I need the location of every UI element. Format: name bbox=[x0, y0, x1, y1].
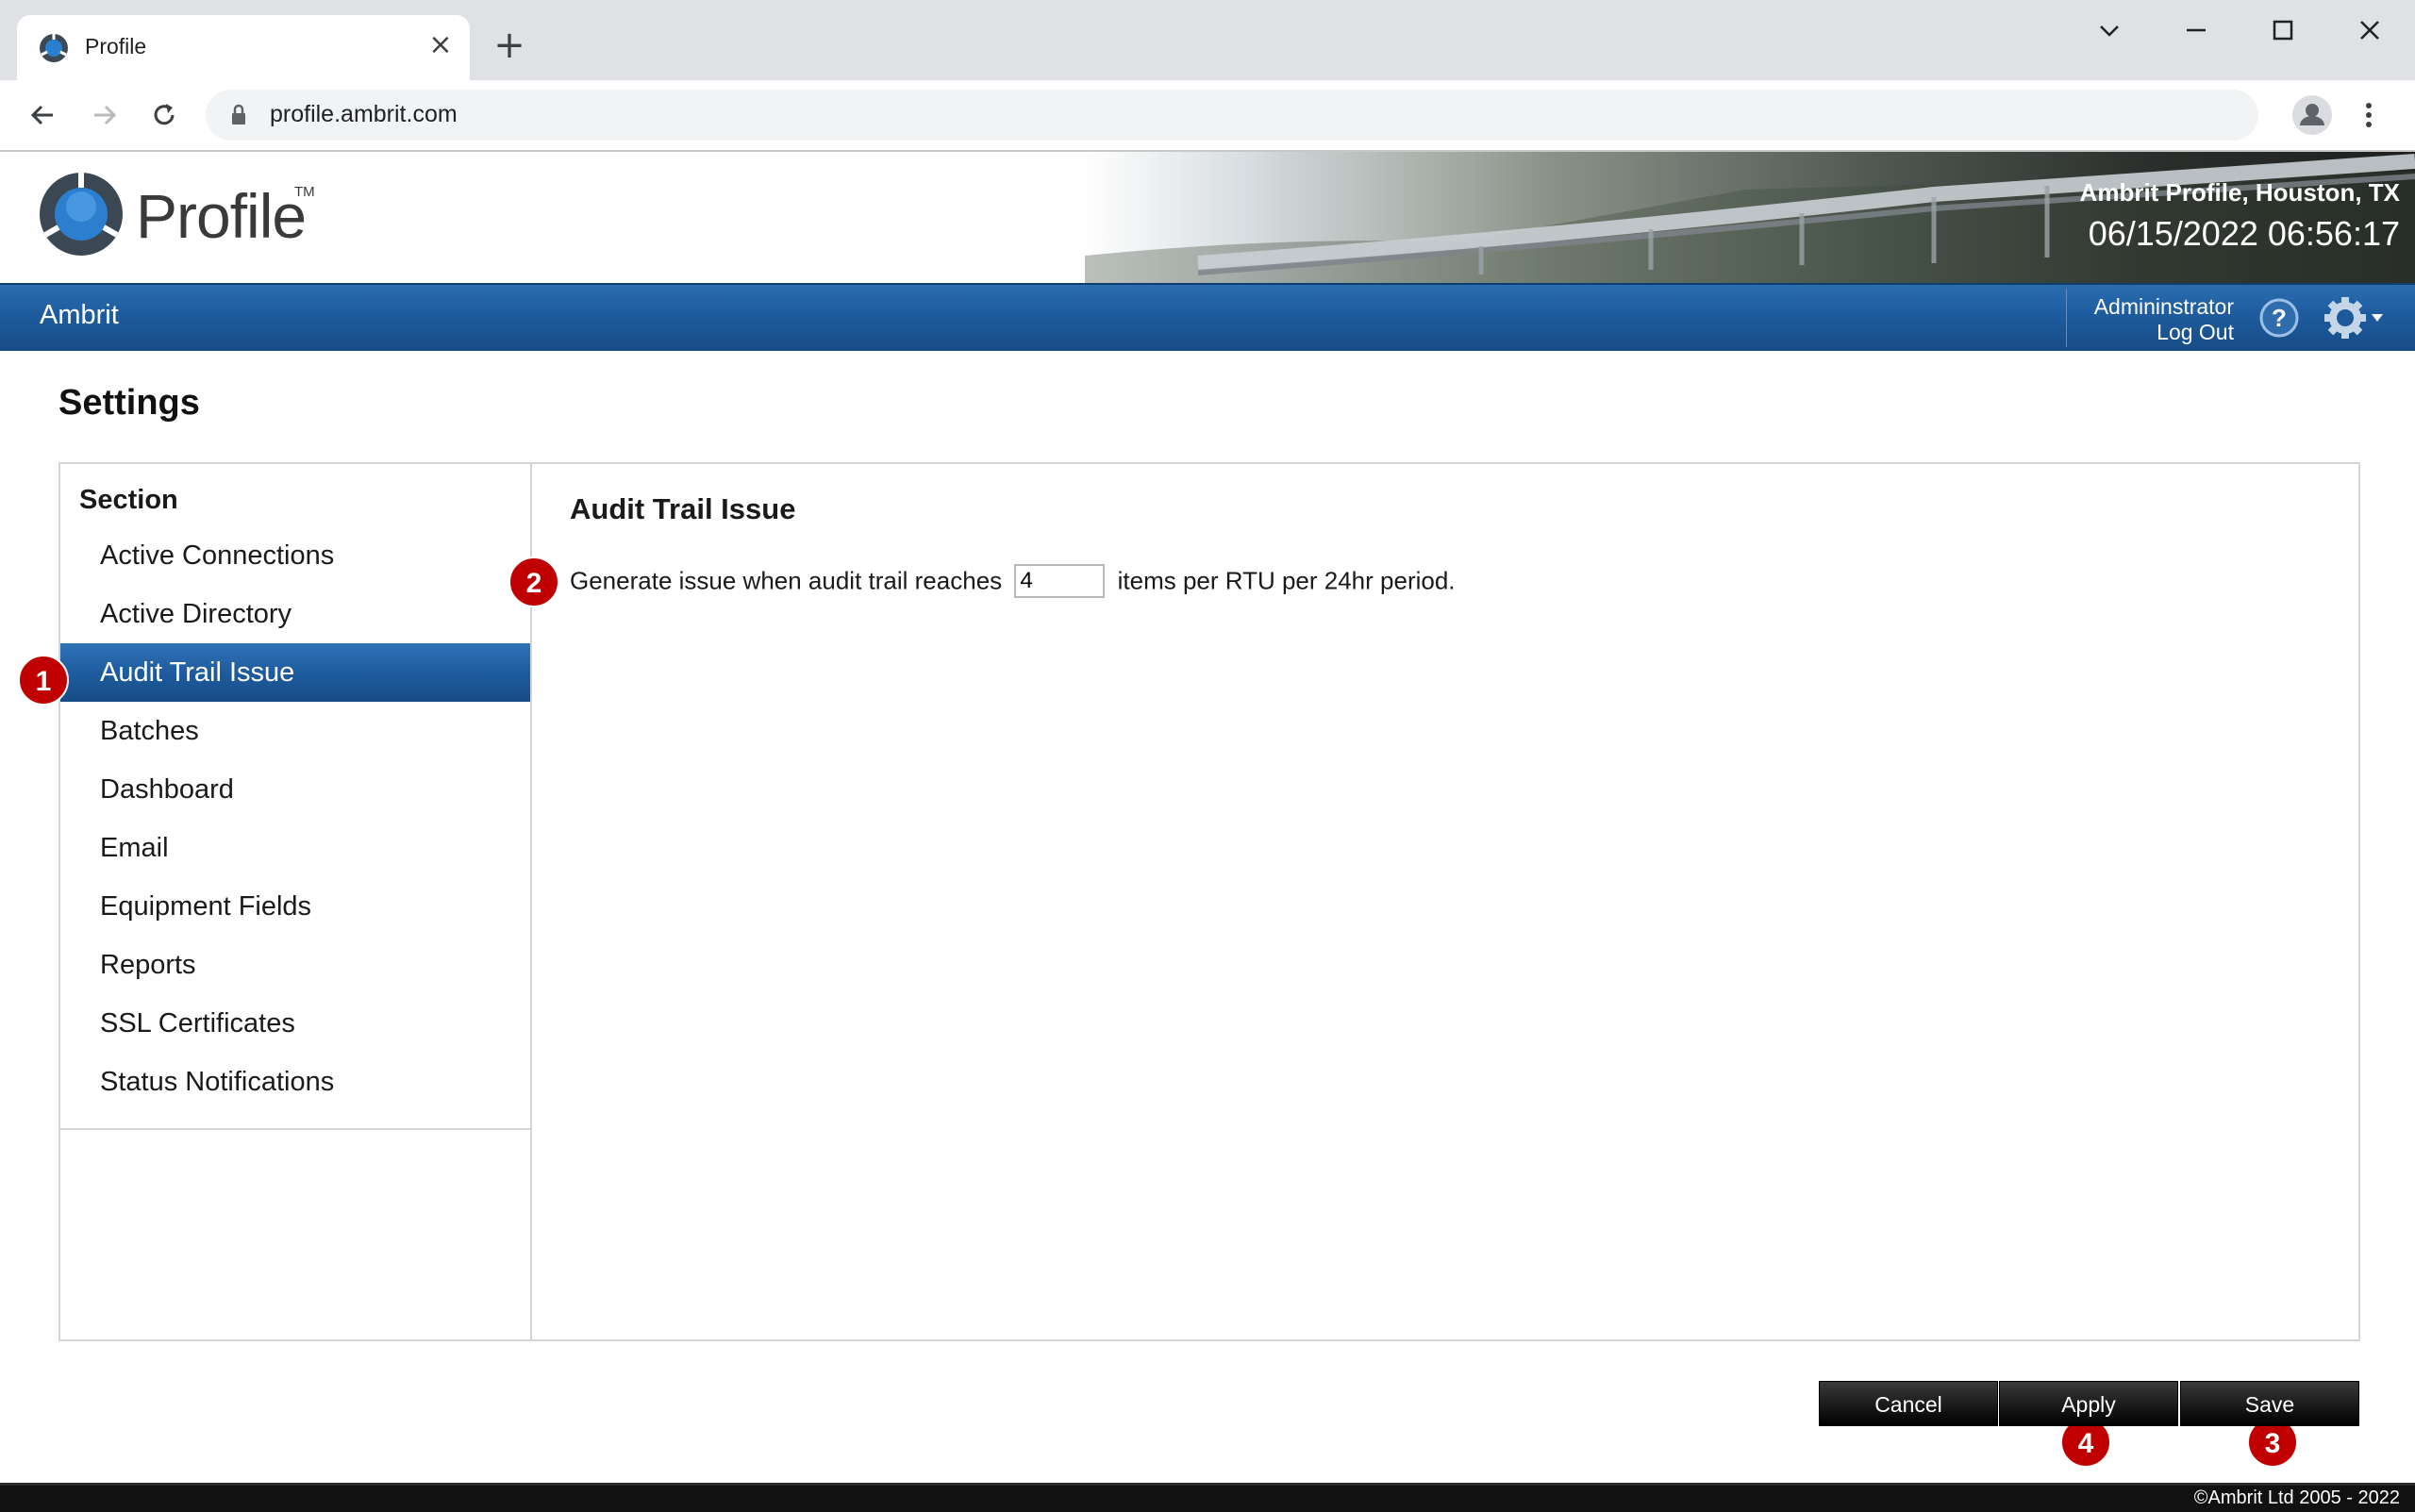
section-heading: Section bbox=[79, 485, 178, 515]
threshold-input[interactable] bbox=[1014, 564, 1106, 598]
svg-text:?: ? bbox=[2272, 304, 2287, 332]
pipeline-banner: Ambrit Profile, Houston, TX 06/15/2022 0… bbox=[1085, 152, 2415, 283]
settings-panel: Section Active Connections Active Direct… bbox=[58, 462, 2360, 1341]
sidebar-item-reports[interactable]: Reports bbox=[60, 936, 530, 994]
threshold-prefix: Generate issue when audit trail reaches bbox=[570, 566, 1003, 595]
plus-icon[interactable]: + bbox=[491, 26, 528, 64]
sidebar-item-ssl-certificates[interactable]: SSL Certificates bbox=[60, 994, 530, 1053]
logo-trademark: TM bbox=[294, 184, 315, 200]
logo-text: Profile bbox=[136, 181, 307, 251]
nav-divider bbox=[2066, 289, 2067, 347]
minimize-icon[interactable] bbox=[2168, 13, 2224, 51]
sidebar-item-email[interactable]: Email bbox=[60, 819, 530, 877]
reload-icon[interactable] bbox=[143, 94, 185, 136]
threshold-suffix: items per RTU per 24hr period. bbox=[1117, 566, 1456, 595]
app-nav-bar: Ambrit Admininstrator Log Out ? bbox=[0, 283, 2415, 351]
url-text: profile.ambrit.com bbox=[270, 101, 458, 127]
profile-logo[interactable]: Profile TM bbox=[38, 171, 321, 265]
gear-icon[interactable] bbox=[2324, 296, 2390, 340]
footer-bar: ©Ambrit Ltd 2005 - 2022 bbox=[0, 1483, 2415, 1512]
annotation-badge-1: 1 bbox=[18, 655, 69, 706]
browser-tab-bar: Profile × + bbox=[0, 0, 2415, 80]
site-name: Ambrit Profile, Houston, TX bbox=[2079, 178, 2400, 207]
annotation-badge-2: 2 bbox=[508, 557, 559, 607]
account-icon[interactable] bbox=[2290, 93, 2334, 137]
browser-tab[interactable]: Profile × bbox=[17, 15, 470, 80]
section-sidebar: Section Active Connections Active Direct… bbox=[60, 464, 532, 1339]
close-icon[interactable]: × bbox=[425, 29, 457, 61]
profile-logo-icon bbox=[40, 173, 123, 256]
apply-button[interactable]: Apply bbox=[1999, 1381, 2178, 1426]
content-title: Audit Trail Issue bbox=[570, 492, 796, 525]
user-name: Admininstrator bbox=[2093, 294, 2234, 319]
company-name: Ambrit bbox=[40, 300, 119, 330]
sidebar-item-batches[interactable]: Batches bbox=[60, 702, 530, 760]
profile-favicon-icon bbox=[40, 34, 68, 62]
forward-arrow-icon[interactable] bbox=[83, 94, 125, 136]
audit-threshold-row: Generate issue when audit trail reaches … bbox=[570, 564, 1456, 598]
browser-toolbar: profile.ambrit.com bbox=[0, 80, 2415, 152]
clock: 06/15/2022 06:56:17 bbox=[2088, 214, 2400, 253]
sidebar-item-status-notifications[interactable]: Status Notifications bbox=[60, 1053, 530, 1111]
tab-title: Profile bbox=[85, 34, 147, 58]
page-title: Settings bbox=[58, 383, 200, 423]
settings-content: Audit Trail Issue Generate issue when au… bbox=[532, 464, 2358, 1339]
lock-icon bbox=[232, 104, 245, 125]
app-header: Profile TM Ambrit Profile, Houston, TX 0… bbox=[0, 152, 2415, 283]
sidebar-item-dashboard[interactable]: Dashboard bbox=[60, 760, 530, 819]
window-close-icon[interactable] bbox=[2341, 13, 2398, 51]
kebab-menu-icon[interactable] bbox=[2355, 93, 2383, 137]
logout-link[interactable]: Log Out bbox=[2157, 320, 2234, 345]
sidebar-item-active-connections[interactable]: Active Connections bbox=[60, 526, 530, 585]
cancel-button[interactable]: Cancel bbox=[1819, 1381, 1998, 1426]
back-arrow-icon[interactable] bbox=[23, 94, 64, 136]
help-icon[interactable]: ? bbox=[2258, 297, 2300, 339]
copyright-text: ©Ambrit Ltd 2005 - 2022 bbox=[2193, 1487, 2400, 1508]
address-bar[interactable]: profile.ambrit.com bbox=[206, 90, 2258, 141]
chevron-down-icon[interactable] bbox=[2081, 13, 2138, 51]
sidebar-item-equipment-fields[interactable]: Equipment Fields bbox=[60, 877, 530, 936]
sidebar-item-audit-trail-issue[interactable]: Audit Trail Issue bbox=[60, 643, 530, 702]
sidebar-divider bbox=[60, 1128, 530, 1130]
maximize-icon[interactable] bbox=[2255, 13, 2311, 51]
save-button[interactable]: Save bbox=[2180, 1381, 2359, 1426]
sidebar-item-active-directory[interactable]: Active Directory bbox=[60, 585, 530, 643]
